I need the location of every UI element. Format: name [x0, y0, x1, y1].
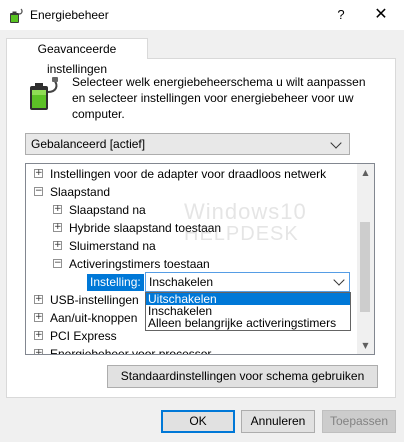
- description-text: Selecteer welk energiebeheerschema u wil…: [72, 75, 366, 121]
- tree-item-label: Aan/uit-knoppen: [50, 311, 138, 325]
- ok-button[interactable]: OK: [161, 410, 235, 433]
- setting-label: Instelling:: [87, 274, 144, 291]
- tree-item-label: Slaapstand: [50, 185, 111, 199]
- setting-value-select[interactable]: Inschakelen: [145, 272, 350, 292]
- tree-item-label: PCI Express: [50, 329, 117, 343]
- collapse-icon[interactable]: −: [53, 259, 62, 268]
- restore-defaults-button[interactable]: Standaardinstellingen voor schema gebrui…: [107, 365, 378, 388]
- tree-item-wake-timers[interactable]: − Activeringstimers toestaan: [26, 255, 356, 273]
- dropdown-option-important-timers[interactable]: Alleen belangrijke activeringstimers: [146, 317, 350, 329]
- cancel-button[interactable]: Annuleren: [241, 410, 315, 433]
- expand-icon[interactable]: +: [34, 295, 43, 304]
- watermark: Windows10 HELPDESK: [184, 199, 307, 246]
- expand-icon[interactable]: +: [53, 223, 62, 232]
- tab-advanced-settings[interactable]: Geavanceerde instellingen: [6, 38, 148, 76]
- tree-item-processor[interactable]: + Energiebeheer voor processor: [26, 345, 356, 355]
- expand-icon[interactable]: +: [53, 241, 62, 250]
- setting-value: Inschakelen: [149, 275, 214, 289]
- title-bar: Energiebeheer ? ✕: [0, 0, 404, 30]
- scroll-down-icon[interactable]: ▼: [357, 337, 374, 354]
- power-scheme-value: Gebalanceerd [actief]: [31, 137, 146, 151]
- tree-item-label: Slaapstand na: [69, 203, 146, 217]
- expand-icon[interactable]: +: [34, 313, 43, 322]
- tree-item-label: Energiebeheer voor processor: [50, 347, 212, 355]
- battery-icon: [30, 77, 58, 110]
- scrollbar-thumb[interactable]: [360, 222, 370, 312]
- expand-icon[interactable]: +: [34, 349, 43, 354]
- tree-item-label: Sluimerstand na: [69, 239, 156, 253]
- expand-icon[interactable]: +: [34, 169, 43, 178]
- tree-item-label: Instellingen voor de adapter voor draadl…: [50, 167, 327, 181]
- battery-plug-icon: [10, 8, 23, 23]
- scroll-up-icon[interactable]: ▲: [357, 164, 374, 181]
- apply-button: Toepassen: [322, 410, 396, 433]
- tree-scrollbar[interactable]: ▲ ▼: [357, 164, 374, 354]
- help-button[interactable]: ?: [324, 0, 358, 30]
- tree-item-label: USB-instellingen: [50, 293, 139, 307]
- expand-icon[interactable]: +: [53, 205, 62, 214]
- setting-dropdown-list[interactable]: Uitschakelen Inschakelen Alleen belangri…: [145, 292, 351, 331]
- tree-item-wireless-adapter[interactable]: + Instellingen voor de adapter voor draa…: [26, 165, 356, 183]
- power-scheme-select[interactable]: Gebalanceerd [actief]: [25, 133, 350, 155]
- watermark-line1: Windows10: [184, 199, 307, 224]
- close-button[interactable]: ✕: [358, 0, 404, 30]
- window-title: Energiebeheer: [30, 8, 109, 22]
- expand-icon[interactable]: +: [34, 331, 43, 340]
- chevron-down-icon: [333, 274, 345, 286]
- tree-item-label: Activeringstimers toestaan: [69, 257, 210, 271]
- collapse-icon[interactable]: −: [34, 187, 43, 196]
- chevron-down-icon: [330, 137, 342, 149]
- watermark-line2: HELPDESK: [184, 223, 299, 245]
